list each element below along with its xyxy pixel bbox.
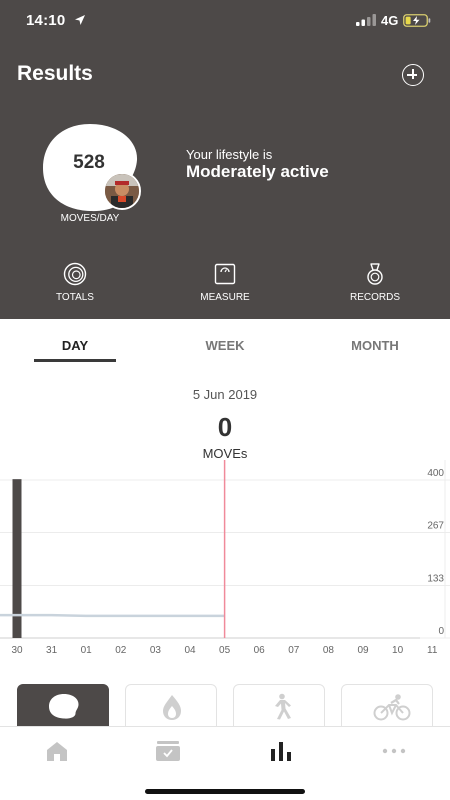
lifestyle-level: Moderately active (186, 162, 329, 181)
signal-icon (356, 14, 376, 26)
measure-label: MEASURE (200, 292, 250, 303)
nav-inbox[interactable] (143, 739, 193, 765)
home-icon (47, 742, 67, 761)
x-tick-label: 30 (11, 645, 23, 656)
x-tick-label: 01 (81, 645, 93, 656)
records-label: RECORDS (349, 292, 400, 303)
scale-icon (214, 263, 236, 285)
selected-moves-unit: MOVEs (202, 446, 248, 461)
nav-more[interactable] (369, 739, 419, 765)
y-tick-label: 267 (427, 521, 444, 532)
plus-circle-icon[interactable] (402, 64, 424, 86)
moves-per-day-value: 528 (73, 152, 105, 173)
moves-activity-card[interactable] (17, 684, 109, 726)
activity-selector (0, 684, 450, 726)
y-tick-label: 400 (427, 468, 444, 479)
calories-activity-card[interactable] (125, 684, 217, 726)
flame-icon (163, 695, 181, 720)
medal-icon (367, 263, 383, 285)
active-tab-indicator (34, 359, 116, 362)
cycling-activity-card[interactable] (341, 684, 433, 726)
chart-x-ticks: 30 31 01 02 03 04 05 06 07 08 09 10 11 (11, 645, 437, 656)
chart-y-ticks: 0 133 267 400 (427, 468, 444, 637)
x-tick-label: 03 (150, 645, 162, 656)
page-title: Results (17, 62, 93, 85)
x-tick-label: 10 (392, 645, 404, 656)
x-tick-label: 04 (184, 645, 196, 656)
tab-month[interactable]: MONTH (320, 338, 430, 353)
y-tick-label: 0 (438, 626, 444, 637)
x-tick-label: 05 (219, 645, 231, 656)
network-type: 4G (381, 13, 399, 28)
steps-activity-card[interactable] (233, 684, 325, 726)
period-tabs: DAY WEEK MONTH (0, 319, 450, 365)
chart-average-line (0, 613, 225, 618)
moves-blob-icon (49, 694, 79, 719)
cycling-icon (373, 694, 411, 721)
status-bar: 14:10 4G (0, 0, 450, 44)
bottom-navigation (0, 726, 450, 800)
bar-chart-icon (271, 742, 291, 761)
home-indicator (145, 789, 305, 794)
x-tick-label: 02 (115, 645, 127, 656)
selected-date: 5 Jun 2019 (192, 387, 258, 402)
walking-icon (275, 693, 291, 720)
nav-home[interactable] (32, 739, 82, 765)
tab-day[interactable]: DAY (20, 338, 130, 353)
tab-week[interactable]: WEEK (170, 338, 280, 353)
avatar-photo (105, 174, 139, 208)
totals-label: TOTALS (56, 292, 94, 303)
x-tick-label: 06 (254, 645, 266, 656)
x-tick-label: 07 (288, 645, 300, 656)
totals-button[interactable]: TOTALS (30, 262, 120, 303)
location-arrow-icon (75, 15, 85, 25)
daily-moves-chart[interactable]: 0 133 267 400 30 31 01 02 03 04 05 06 07 08 09 10 11 (0, 460, 450, 658)
inbox-icon (156, 741, 180, 761)
selected-moves-value: 0 (217, 412, 233, 442)
status-time: 14:10 (26, 12, 66, 29)
spiral-icon (63, 262, 87, 286)
y-tick-label: 133 (427, 573, 444, 584)
x-tick-label: 31 (46, 645, 58, 656)
battery-charging-icon (403, 14, 431, 27)
results-header: 14:10 4G Results 528 MOVES/DAY Your life… (0, 0, 450, 319)
more-icon (382, 748, 406, 754)
lifestyle-prefix: Your lifestyle is (186, 147, 273, 162)
x-tick-label: 08 (323, 645, 335, 656)
x-tick-label: 11 (427, 645, 438, 656)
measure-button[interactable]: MEASURE (180, 262, 270, 303)
records-button[interactable]: RECORDS (330, 262, 420, 303)
avatar[interactable] (103, 172, 141, 210)
nav-results[interactable] (256, 739, 306, 765)
x-tick-label: 09 (357, 645, 369, 656)
moves-per-day-caption: MOVES/DAY (60, 213, 120, 224)
average-line (0, 613, 225, 618)
